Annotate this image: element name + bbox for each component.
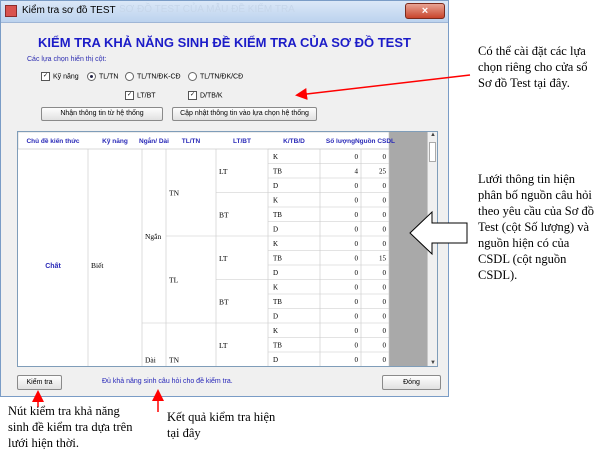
grid-callout-arrow [409, 210, 468, 256]
note-check-button: Nút kiểm tra khả năng sinh đề kiểm tra d… [8, 404, 133, 450]
note-result: Kết quả kiểm tra hiện tại đây [167, 410, 276, 440]
options-arrow [295, 74, 471, 100]
note-options: Có thể cài đặt các lựa chọn riêng cho cử… [478, 44, 588, 90]
note-grid: Lưới thông tin hiện phân bố nguồn câu hỏ… [478, 172, 594, 282]
